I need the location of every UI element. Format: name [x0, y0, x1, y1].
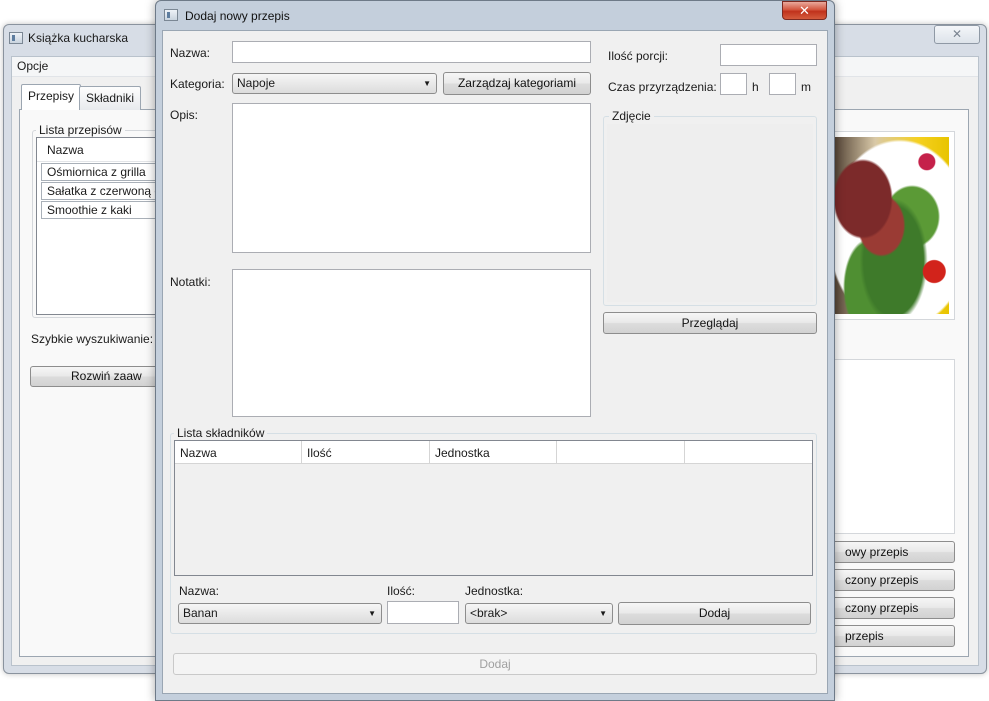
browse-button[interactable]: Przeglądaj — [603, 312, 817, 334]
recipe-list-item[interactable]: Smoothie z kaki — [41, 201, 162, 219]
ingredient-name-select-value: Banan — [183, 606, 218, 620]
description-label: Opis: — [170, 108, 199, 122]
ingredients-column-amount[interactable]: Ilość — [302, 441, 430, 464]
photo-group-label: Zdjęcie — [609, 109, 654, 123]
portions-label: Ilość porcji: — [608, 49, 669, 63]
prep-hours-input[interactable] — [720, 73, 747, 95]
chevron-down-icon: ▼ — [368, 609, 376, 618]
portions-input[interactable] — [720, 44, 817, 66]
app-icon — [9, 32, 23, 44]
ingredient-amount-input[interactable] — [387, 601, 459, 624]
prep-minutes-input[interactable] — [769, 73, 796, 95]
photo-preview — [607, 124, 813, 302]
recipe-list-group-label: Lista przepisów — [36, 123, 125, 137]
tab-przepisy[interactable]: Przepisy — [21, 84, 82, 110]
recipe-details-box — [826, 359, 955, 534]
new-recipe-button[interactable]: owy przepis — [826, 541, 955, 563]
chevron-down-icon: ▼ — [423, 79, 431, 88]
notes-textarea[interactable] — [232, 269, 591, 417]
dialog-title: Dodaj nowy przepis — [185, 9, 290, 23]
recipe-list-item[interactable]: Ośmiornica z grilla — [41, 163, 162, 181]
recipe-list-header-name[interactable]: Nazwa — [37, 139, 162, 162]
category-select-value: Napoje — [237, 76, 276, 90]
add-ingredient-button[interactable]: Dodaj — [618, 602, 811, 625]
prep-time-label: Czas przyrządzenia: — [608, 80, 717, 94]
category-label: Kategoria: — [170, 77, 225, 91]
chevron-down-icon: ▼ — [599, 609, 607, 618]
ingredients-column-unit[interactable]: Jednostka — [430, 441, 557, 464]
ingredient-name-select[interactable]: Banan ▼ — [178, 603, 382, 624]
recipe-photo — [826, 137, 949, 314]
hours-unit-label: h — [752, 80, 759, 94]
menu-item-opcje[interactable]: Opcje — [17, 59, 48, 73]
recipe-action-button[interactable]: przepis — [826, 625, 955, 647]
selected-recipe-button-2[interactable]: czony przepis — [826, 597, 955, 619]
ingredients-column-name[interactable]: Nazwa — [175, 441, 302, 464]
notes-label: Notatki: — [170, 275, 211, 289]
selected-recipe-button[interactable]: czony przepis — [826, 569, 955, 591]
name-label: Nazwa: — [170, 46, 211, 60]
dialog-icon — [164, 9, 178, 21]
ingredients-column-empty-2[interactable] — [685, 441, 812, 464]
minutes-unit-label: m — [801, 80, 811, 94]
manage-categories-button[interactable]: Zarządzaj kategoriami — [443, 72, 591, 95]
description-textarea[interactable] — [232, 103, 591, 253]
ingredient-unit-select[interactable]: <brak> ▼ — [465, 603, 613, 624]
dialog-close-button[interactable]: ✕ — [782, 1, 827, 20]
ingredients-column-empty-1[interactable] — [557, 441, 685, 464]
add-recipe-button[interactable]: Dodaj — [173, 653, 817, 675]
ingredients-group-label: Lista składników — [174, 426, 268, 440]
ingredient-unit-label: Jednostka: — [465, 584, 524, 598]
quick-search-label: Szybkie wyszukiwanie: — [31, 332, 154, 346]
tab-skladniki[interactable]: Składniki — [79, 86, 142, 110]
main-window-close-button[interactable]: ✕ — [934, 25, 980, 44]
ingredient-name-label: Nazwa: — [179, 584, 220, 598]
main-window-title: Książka kucharska — [28, 31, 129, 45]
category-select[interactable]: Napoje ▼ — [232, 73, 437, 94]
ingredient-unit-select-value: <brak> — [470, 606, 508, 620]
ingredient-amount-label: Ilość: — [387, 584, 416, 598]
name-input[interactable] — [232, 41, 591, 63]
expand-advanced-button[interactable]: Rozwiń zaaw — [30, 366, 162, 387]
recipe-list-item[interactable]: Sałatka z czerwoną c — [41, 182, 162, 200]
